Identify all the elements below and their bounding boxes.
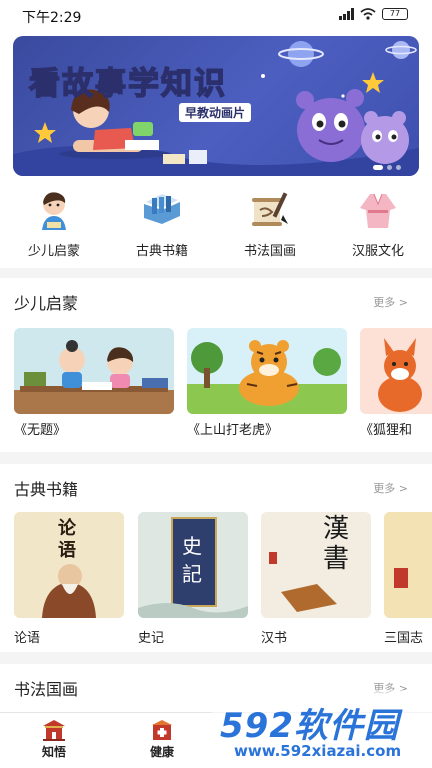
book-cover-text: 史記: [182, 534, 202, 586]
card-thumbnail: [187, 328, 347, 414]
child-icon: [42, 192, 66, 230]
watermark-brand: 592软件园: [220, 706, 399, 746]
video-card[interactable]: [360, 328, 432, 414]
category-classic-books[interactable]: 古典书籍: [108, 188, 216, 259]
category-label: 书法国画: [243, 244, 296, 259]
category-row: 少儿启蒙 古典书籍 书法国画 汉服文化: [0, 188, 432, 259]
book-cover-text: 论语: [58, 518, 76, 561]
banner-carousel[interactable]: 看故事学知识 早教动画片: [13, 36, 419, 176]
status-icons: 77: [339, 8, 408, 20]
section-title: 古典书籍: [14, 480, 79, 499]
top-area: 看故事学知识 早教动画片 少儿启蒙 古典书籍 书法国画 汉服文化: [0, 28, 432, 268]
tab-zhiwu[interactable]: 知悟: [14, 719, 94, 760]
category-label: 古典书籍: [135, 244, 188, 259]
banner-title: 看故事学知识: [28, 65, 227, 103]
book-card[interactable]: 史記: [138, 512, 248, 618]
more-link[interactable]: 更多 >: [373, 480, 408, 496]
pharmacy-icon: [152, 720, 172, 740]
site-watermark: 592软件园 www.592xiazai.com: [212, 690, 432, 768]
section-child-enlightenment: 少儿启蒙 更多 > 《无题》 《上山打老虎》 《狐狸和: [0, 278, 432, 452]
status-bar: 下午2:29 77: [0, 0, 432, 28]
category-hanfu-culture[interactable]: 汉服文化: [324, 188, 432, 259]
status-time: 下午2:29: [22, 10, 82, 26]
wifi-icon: [360, 8, 376, 20]
category-label: 少儿启蒙: [27, 244, 80, 259]
category-calligraphy-painting[interactable]: 书法国画: [216, 188, 324, 259]
section-title: 少儿启蒙: [14, 294, 79, 313]
card-title: 《无题》: [14, 423, 67, 438]
book-title: 汉书: [261, 631, 288, 646]
section-classic-books: 古典书籍 更多 > 论语 论语 史記 史记 漢書 汉书 三国志: [0, 464, 432, 652]
tab-label: 知悟: [41, 745, 66, 759]
tab-health[interactable]: 健康: [122, 719, 202, 760]
video-card[interactable]: [187, 328, 347, 414]
banner-subtitle: 早教动画片: [179, 103, 252, 122]
book-card[interactable]: [384, 512, 432, 618]
signal-icon: [339, 8, 354, 20]
book-card[interactable]: 论语: [14, 512, 124, 618]
banner-pagination: [373, 165, 401, 170]
card-title: 《狐狸和: [360, 423, 413, 438]
book-title: 论语: [14, 631, 41, 646]
book-cover: [384, 512, 432, 618]
video-card[interactable]: [14, 328, 174, 414]
hanfu-icon: [360, 193, 396, 228]
more-link[interactable]: 更多 >: [373, 294, 408, 310]
books-icon: [144, 194, 180, 224]
scroll-brush-icon: [252, 192, 288, 226]
card-title: 《上山打老虎》: [187, 423, 279, 438]
book-cover: [261, 512, 371, 618]
watermark-url: www.592xiazai.com: [234, 742, 402, 760]
section-title: 书法国画: [14, 680, 79, 699]
card-thumbnail: [360, 328, 432, 414]
book-cover-text: 漢書: [323, 514, 350, 574]
card-thumbnail: [14, 328, 174, 414]
book-title: 史记: [138, 631, 165, 646]
book-title: 三国志: [384, 631, 424, 646]
book-card[interactable]: 漢書: [261, 512, 371, 618]
tab-label: 健康: [149, 745, 174, 759]
temple-icon: [43, 720, 65, 741]
category-child-enlightenment[interactable]: 少儿启蒙: [0, 188, 108, 259]
battery-icon: 77: [382, 8, 408, 20]
category-label: 汉服文化: [351, 244, 404, 259]
